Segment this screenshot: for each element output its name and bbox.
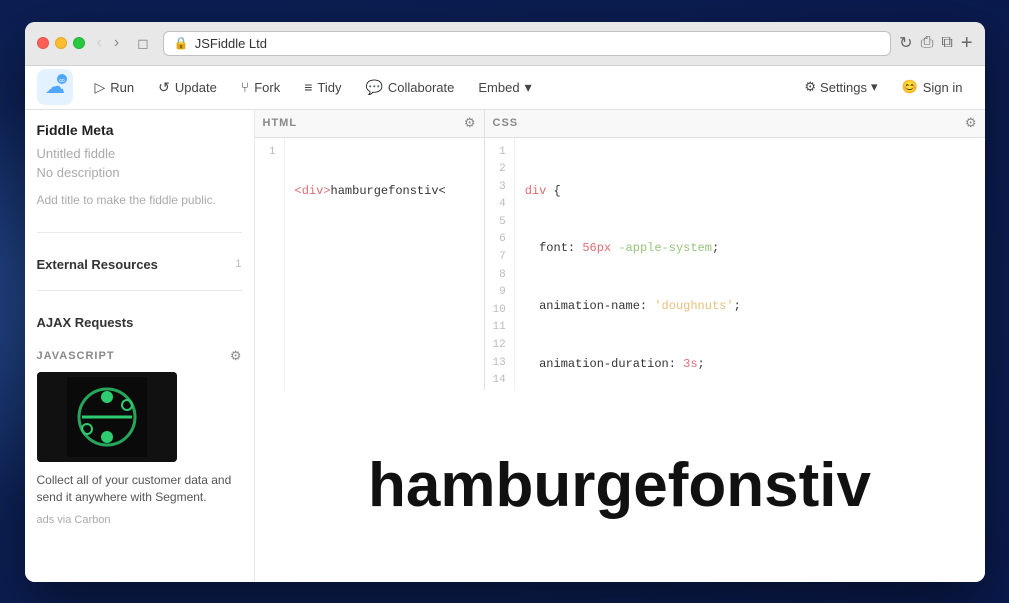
reader-mode-button[interactable]: ◻ <box>131 33 155 54</box>
update-icon: ↺ <box>158 79 170 96</box>
settings-chevron-icon: ▾ <box>871 79 878 95</box>
fiddle-description-input[interactable]: No description <box>37 165 242 180</box>
reload-button[interactable]: ↻ <box>899 33 912 53</box>
embed-chevron-icon: ▾ <box>525 79 532 96</box>
address-bar: 🔒 JSFiddle Ltd <box>163 31 891 56</box>
fork-label: Fork <box>254 80 280 95</box>
html-line-number: 1 <box>235 258 241 270</box>
fork-button[interactable]: ⑂ Fork <box>231 73 290 101</box>
ads-via-carbon: ads via Carbon <box>37 514 242 526</box>
css-settings-icon[interactable]: ⚙ <box>965 115 977 131</box>
toolbar-right: ⚙ Settings ▾ 😊 Sign in <box>794 73 972 101</box>
sign-in-icon: 😊 <box>902 79 918 95</box>
run-icon: ▷ <box>95 79 106 96</box>
embed-label: Embed <box>478 80 519 95</box>
embed-button[interactable]: Embed ▾ <box>468 73 541 102</box>
collaborate-button[interactable]: 💬 Collaborate <box>355 73 464 102</box>
app-toolbar: ☁ ∞ ▷ Run ↺ Update ⑂ Fork ≡ Tidy 💬 Colla… <box>25 66 985 110</box>
browser-actions: ↻ ⎙ ⧉ <box>899 33 953 53</box>
svg-text:∞: ∞ <box>59 76 65 85</box>
css-panel-header: CSS ⚙ <box>485 110 985 138</box>
settings-icon: ⚙ <box>804 79 816 95</box>
js-lang-label: JAVASCRIPT <box>37 350 115 362</box>
external-resources-title: External Resources <box>37 257 158 272</box>
divider-1 <box>37 232 242 233</box>
preview-area: hamburgefonstiv <box>255 390 985 582</box>
tidy-label: Tidy <box>317 80 341 95</box>
forward-button[interactable]: › <box>110 33 123 53</box>
browser-chrome: ‹ › ◻ 🔒 JSFiddle Ltd ↻ ⎙ ⧉ + <box>25 22 985 66</box>
collaborate-icon: 💬 <box>365 79 382 96</box>
html-code-content: <div>hamburgefonstiv< <box>285 138 484 390</box>
maximize-button[interactable] <box>73 37 85 49</box>
sign-in-label: Sign in <box>923 80 963 95</box>
preview-text: hamburgefonstiv <box>368 450 871 521</box>
collaborate-label: Collaborate <box>388 80 455 95</box>
sign-in-button[interactable]: 😊 Sign in <box>892 73 973 101</box>
divider-2 <box>37 290 242 291</box>
lock-icon: 🔒 <box>174 36 189 50</box>
editor-top: HTML ⚙ 1 <div>hamburgefonstiv< <box>255 110 985 390</box>
html-panel: HTML ⚙ 1 <div>hamburgefonstiv< <box>255 110 485 390</box>
main-content: Fiddle Meta Untitled fiddle No descripti… <box>25 110 985 582</box>
html-settings-icon[interactable]: ⚙ <box>464 115 476 131</box>
ad-description: Collect all of your customer data and se… <box>37 472 242 506</box>
html-editor[interactable]: 1 <div>hamburgefonstiv< <box>255 138 484 390</box>
duplicate-button[interactable]: ⧉ <box>941 34 952 52</box>
sidebar: Fiddle Meta Untitled fiddle No descripti… <box>25 110 255 582</box>
nav-buttons: ‹ › <box>93 33 124 53</box>
browser-window: ‹ › ◻ 🔒 JSFiddle Ltd ↻ ⎙ ⧉ + ☁ ∞ ▷ Run <box>25 22 985 582</box>
css-line-numbers: 1 2 3 4 5 6 7 8 9 10 11 12 13 <box>485 138 515 390</box>
css-panel: CSS ⚙ 1 2 3 4 5 6 7 8 9 <box>485 110 985 390</box>
js-settings-icon[interactable]: ⚙ <box>230 348 242 364</box>
close-button[interactable] <box>37 37 49 49</box>
html-line-numbers: 1 <box>255 138 285 390</box>
minimize-button[interactable] <box>55 37 67 49</box>
new-tab-button[interactable]: + <box>961 32 973 55</box>
css-editor[interactable]: 1 2 3 4 5 6 7 8 9 10 11 12 13 <box>485 138 985 390</box>
update-label: Update <box>175 80 217 95</box>
tidy-button[interactable]: ≡ Tidy <box>294 73 351 101</box>
run-button[interactable]: ▷ Run <box>85 73 145 102</box>
fiddle-title-input[interactable]: Untitled fiddle <box>37 146 242 161</box>
editor-area: HTML ⚙ 1 <div>hamburgefonstiv< <box>255 110 985 582</box>
html-lang-label: HTML <box>263 117 298 129</box>
back-button[interactable]: ‹ <box>93 33 106 53</box>
share-button[interactable]: ⎙ <box>921 34 934 52</box>
ajax-requests-title: AJAX Requests <box>37 315 134 330</box>
update-button[interactable]: ↺ Update <box>148 73 227 102</box>
public-hint: Add title to make the fiddle public. <box>37 192 242 209</box>
fork-icon: ⑂ <box>241 79 249 95</box>
settings-label: Settings <box>820 80 867 95</box>
css-code-content: div { font: 56px -apple-system; animatio… <box>515 138 985 390</box>
html-panel-header: HTML ⚙ <box>255 110 484 138</box>
tidy-icon: ≡ <box>304 79 312 95</box>
logo: ☁ ∞ <box>37 69 73 105</box>
css-lang-label: CSS <box>493 117 519 129</box>
settings-button[interactable]: ⚙ Settings ▾ <box>794 73 887 101</box>
traffic-lights <box>37 37 85 49</box>
fiddle-meta-title: Fiddle Meta <box>37 122 242 138</box>
ad-image <box>37 372 177 462</box>
url-text: JSFiddle Ltd <box>195 36 267 51</box>
run-label: Run <box>110 80 134 95</box>
